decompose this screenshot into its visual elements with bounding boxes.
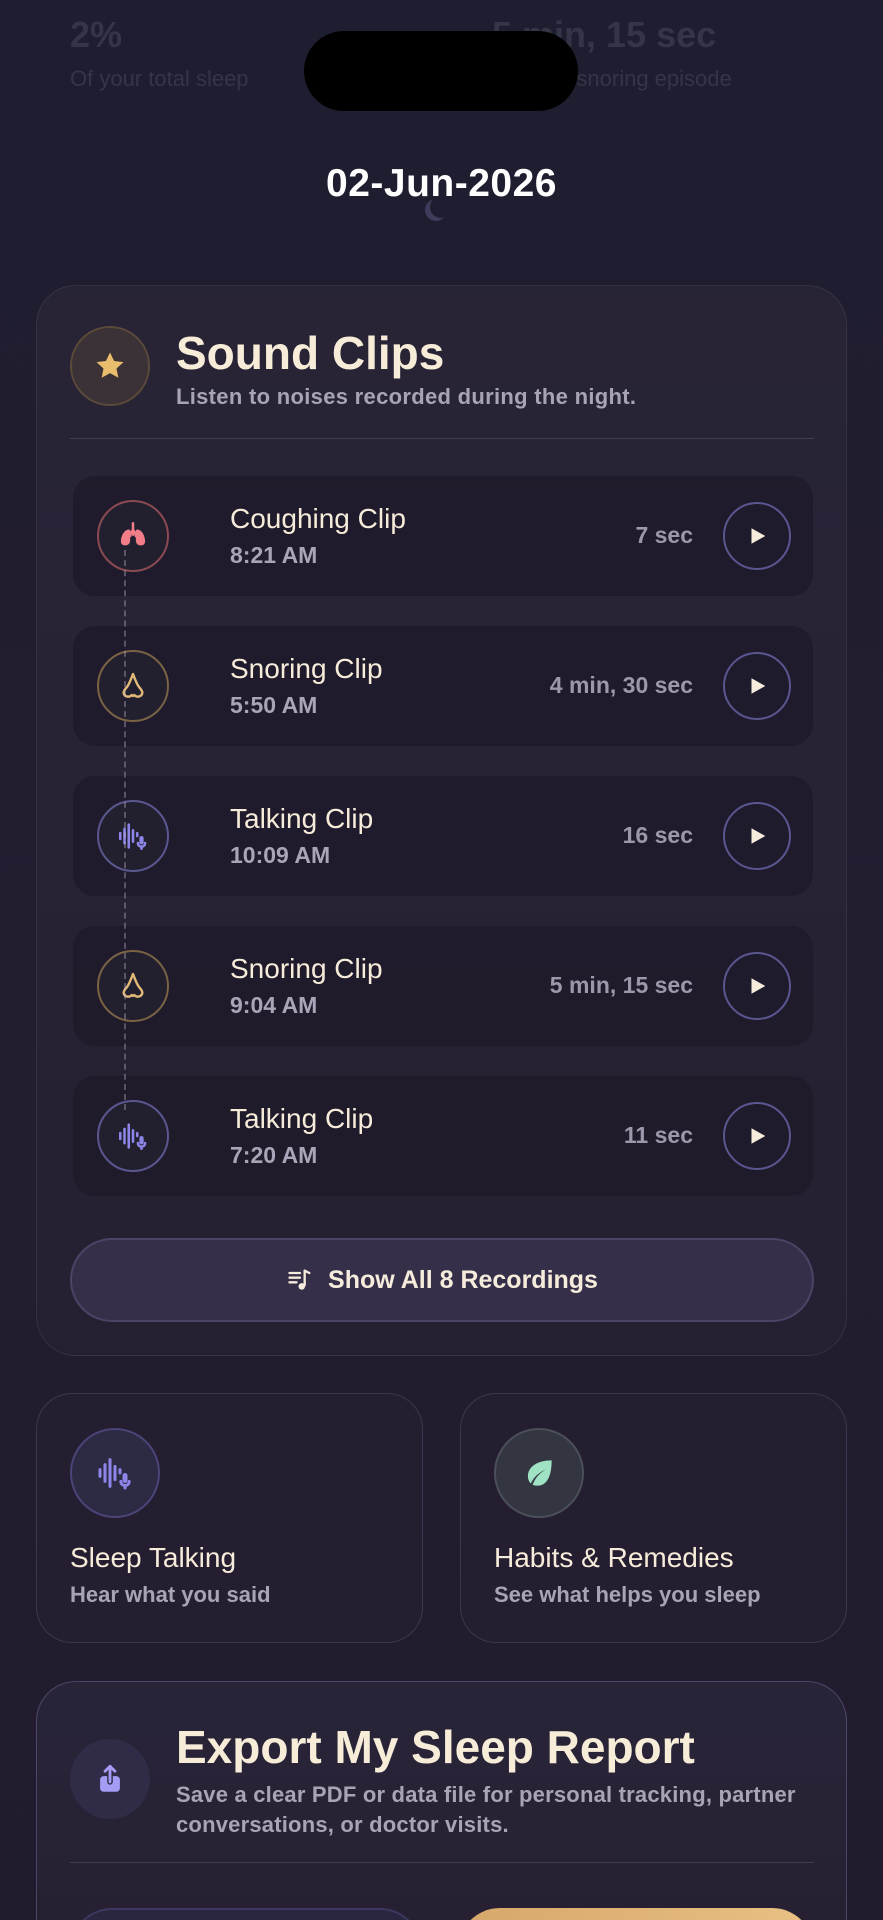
clip-name: Talking Clip [230,1103,374,1134]
clip-row-coughing[interactable]: Coughing Clip 8:21 AM 7 sec [73,476,813,596]
voice-wave-icon [70,1428,160,1518]
divider [70,438,814,439]
clip-row-snoring[interactable]: Snoring Clip 5:50 AM 4 min, 30 sec [73,626,813,746]
clip-time: 5:50 AM [230,692,318,718]
clip-duration: 11 sec [623,1122,693,1148]
clip-name: Snoring Clip [230,953,383,984]
clip-name: Talking Clip [230,803,374,834]
clip-row-talking[interactable]: Talking Clip 7:20 AM 11 sec [73,1076,813,1196]
play-button[interactable] [723,802,791,870]
play-button[interactable] [723,502,791,570]
play-icon [751,678,766,694]
show-all-label: Show All 8 Recordings [328,1265,598,1294]
clip-row-talking[interactable]: Talking Clip 10:09 AM 16 sec [73,776,813,896]
export-primary-button[interactable] [458,1908,814,1920]
export-secondary-button[interactable] [70,1908,422,1920]
clip-duration: 5 min, 15 sec [549,972,693,998]
play-button[interactable] [723,1102,791,1170]
habits-remedies-tile[interactable]: Habits & Remedies See what helps you sle… [460,1393,847,1643]
moon-icon [430,196,452,218]
export-report-card: Export My Sleep Report Save a clear PDF … [36,1681,847,1920]
music-list-icon [288,1269,311,1290]
tile-subtitle: Hear what you said [70,1582,271,1607]
clip-row-snoring[interactable]: Snoring Clip 9:04 AM 5 min, 15 sec [73,926,813,1046]
clip-time: 10:09 AM [230,842,331,868]
tile-title: Habits & Remedies [494,1542,734,1573]
dynamic-island [304,31,578,111]
tile-subtitle: See what helps you sleep [494,1582,761,1607]
faded-stat-left-label: Of your total sleep [70,66,249,91]
show-all-recordings-button[interactable]: Show All 8 Recordings [70,1238,814,1322]
faded-stat-left-value: 2% [70,14,123,55]
lungs-icon [97,500,169,572]
voice-wave-icon [97,800,169,872]
play-icon [751,978,766,994]
clip-duration: 16 sec [622,822,693,848]
clip-time: 9:04 AM [230,992,318,1018]
export-title: Export My Sleep Report [176,1721,695,1773]
voice-wave-icon [97,1100,169,1172]
clip-time: 8:21 AM [230,542,318,568]
sound-clips-title: Sound Clips [176,327,445,379]
timeline-connector [124,550,126,1110]
clip-duration: 7 sec [635,522,693,548]
play-button[interactable] [723,652,791,720]
divider [70,1862,814,1863]
clip-duration: 4 min, 30 sec [549,672,693,698]
clip-name: Coughing Clip [230,503,406,534]
sound-clips-card: Sound Clips Listen to noises recorded du… [36,285,847,1356]
nose-icon [97,950,169,1022]
play-icon [751,1128,766,1144]
nose-icon [97,650,169,722]
play-icon [751,528,766,544]
play-icon [751,828,766,844]
export-subtitle: Save a clear PDF or data file for person… [176,1782,796,1837]
star-icon [70,326,150,406]
sound-clips-subtitle: Listen to noises recorded during the nig… [176,384,637,409]
sleep-talking-tile[interactable]: Sleep Talking Hear what you said [36,1393,423,1643]
tile-title: Sleep Talking [70,1542,237,1573]
share-upload-icon[interactable] [70,1739,150,1819]
clip-time: 7:20 AM [230,1142,318,1168]
play-button[interactable] [723,952,791,1020]
clip-name: Snoring Clip [230,653,383,684]
leaf-icon [494,1428,584,1518]
